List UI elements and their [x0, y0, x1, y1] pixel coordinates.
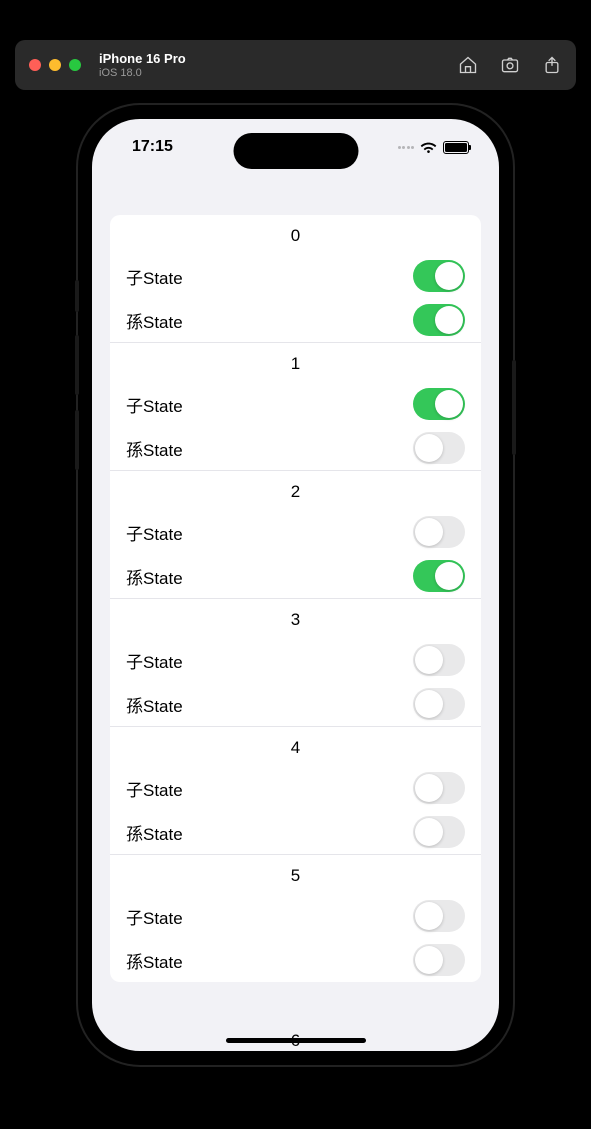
- os-version: iOS 18.0: [99, 67, 186, 79]
- dynamic-island: [233, 133, 358, 169]
- child-state-row: 子State: [126, 894, 465, 938]
- child-state-row: 子State: [126, 382, 465, 426]
- list-section: 2 子State 孫State: [110, 471, 481, 599]
- iphone-frame: 17:15 0 子State 孫State 1 子State 孫State 2 子State 孫…: [78, 105, 513, 1065]
- child-state-label: 子State: [126, 520, 183, 545]
- status-time: 17:15: [132, 138, 173, 156]
- list-section: 5 子State 孫State: [110, 855, 481, 982]
- grandchild-state-label: 孫State: [126, 820, 183, 845]
- grandchild-state-label: 孫State: [126, 436, 183, 461]
- child-state-toggle[interactable]: [413, 900, 465, 932]
- child-state-label: 子State: [126, 776, 183, 801]
- simulator-title-block: iPhone 16 Pro iOS 18.0: [99, 51, 186, 79]
- grandchild-state-label: 孫State: [126, 308, 183, 333]
- zoom-icon[interactable]: [69, 59, 81, 71]
- volume-down-button: [75, 410, 79, 470]
- grandchild-state-row: 孫State: [126, 810, 465, 854]
- child-state-row: 子State: [126, 254, 465, 298]
- grandchild-state-toggle[interactable]: [413, 688, 465, 720]
- child-state-row: 子State: [126, 510, 465, 554]
- close-icon[interactable]: [29, 59, 41, 71]
- section-header: 2: [126, 482, 465, 510]
- grandchild-state-row: 孫State: [126, 298, 465, 342]
- grandchild-state-row: 孫State: [126, 938, 465, 982]
- grandchild-state-label: 孫State: [126, 692, 183, 717]
- child-state-toggle[interactable]: [413, 516, 465, 548]
- grandchild-state-label: 孫State: [126, 564, 183, 589]
- power-button: [512, 360, 516, 455]
- grandchild-state-row: 孫State: [126, 426, 465, 470]
- grandchild-state-toggle[interactable]: [413, 560, 465, 592]
- window-controls: [29, 59, 81, 71]
- grandchild-state-toggle[interactable]: [413, 816, 465, 848]
- list-section: 0 子State 孫State: [110, 215, 481, 343]
- child-state-row: 子State: [126, 766, 465, 810]
- child-state-toggle[interactable]: [413, 388, 465, 420]
- section-header: 0: [126, 226, 465, 254]
- screenshot-icon[interactable]: [500, 55, 520, 75]
- cellular-icon: [398, 146, 415, 149]
- home-icon[interactable]: [458, 55, 478, 75]
- section-header: 1: [126, 354, 465, 382]
- action-button: [75, 280, 79, 312]
- child-state-label: 子State: [126, 648, 183, 673]
- grandchild-state-toggle[interactable]: [413, 432, 465, 464]
- section-header: 3: [126, 610, 465, 638]
- simulator-titlebar: iPhone 16 Pro iOS 18.0: [15, 40, 576, 90]
- list-section: 4 子State 孫State: [110, 727, 481, 855]
- home-indicator[interactable]: [226, 1038, 366, 1043]
- share-icon[interactable]: [542, 55, 562, 75]
- child-state-toggle[interactable]: [413, 644, 465, 676]
- screen: 17:15 0 子State 孫State 1 子State 孫State 2 子State 孫…: [92, 119, 499, 1051]
- content-area[interactable]: 0子State孫State1子State孫State2子State孫State3…: [92, 175, 499, 1051]
- grandchild-state-label: 孫State: [126, 948, 183, 973]
- grandchild-state-row: 孫State: [126, 554, 465, 598]
- grandchild-state-row: 孫State: [126, 682, 465, 726]
- section-header: 5: [126, 866, 465, 894]
- volume-up-button: [75, 335, 79, 395]
- wifi-icon: [420, 141, 437, 154]
- child-state-toggle[interactable]: [413, 772, 465, 804]
- list-card: 0子State孫State1子State孫State2子State孫State3…: [110, 215, 481, 982]
- section-header: 4: [126, 738, 465, 766]
- grandchild-state-toggle[interactable]: [413, 304, 465, 336]
- minimize-icon[interactable]: [49, 59, 61, 71]
- child-state-toggle[interactable]: [413, 260, 465, 292]
- child-state-label: 子State: [126, 264, 183, 289]
- child-state-row: 子State: [126, 638, 465, 682]
- grandchild-state-toggle[interactable]: [413, 944, 465, 976]
- device-name: iPhone 16 Pro: [99, 51, 186, 67]
- list-section: 3 子State 孫State: [110, 599, 481, 727]
- list-section: 1 子State 孫State: [110, 343, 481, 471]
- battery-icon: [443, 141, 469, 154]
- child-state-label: 子State: [126, 904, 183, 929]
- child-state-label: 子State: [126, 392, 183, 417]
